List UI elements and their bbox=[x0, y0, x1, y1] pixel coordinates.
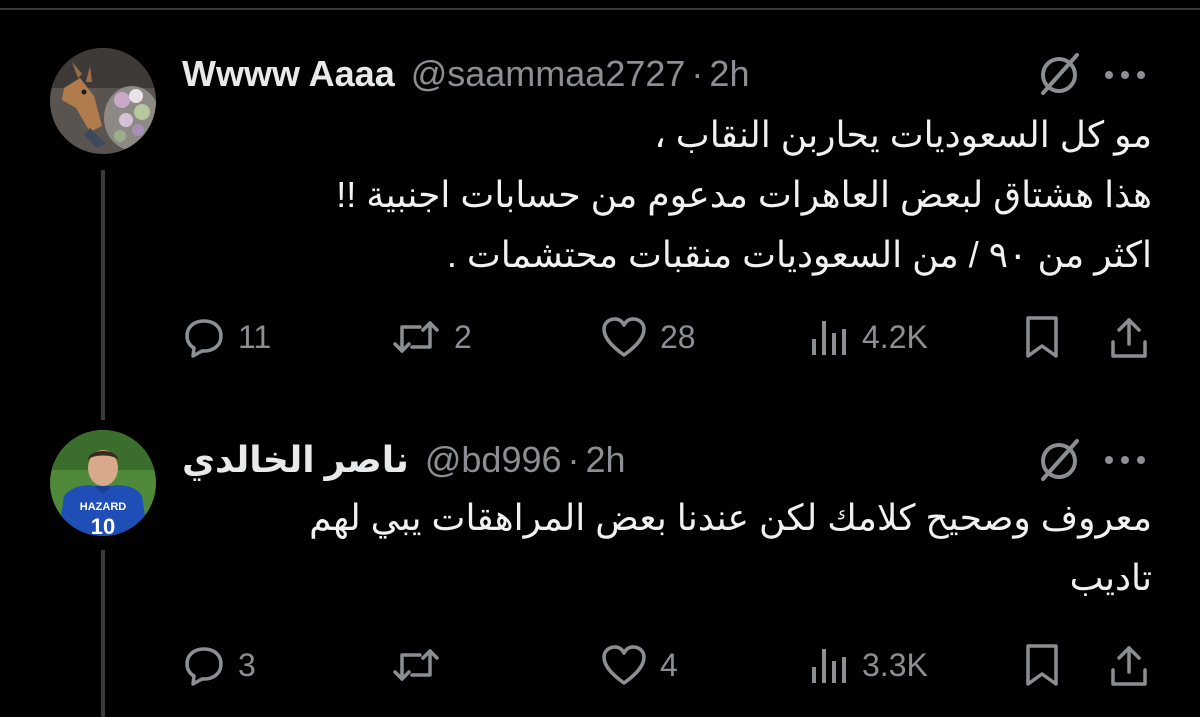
tweet-text: معروف وصحيح كلامك لكن عندنا بعض المراهقا… bbox=[309, 488, 1152, 608]
heart-icon bbox=[602, 645, 646, 685]
like-count: 28 bbox=[660, 318, 696, 355]
reply-icon bbox=[185, 647, 223, 686]
reply-count: 11 bbox=[238, 318, 272, 355]
avatar[interactable] bbox=[50, 48, 156, 154]
tweet-text-line: اكثر من ٩٠ / من السعوديات منقبات محتشمات… bbox=[446, 234, 1152, 275]
handle[interactable]: @saammaa2727 bbox=[411, 53, 686, 95]
grok-icon[interactable] bbox=[1033, 47, 1087, 101]
views-button[interactable]: 4.2K bbox=[810, 312, 928, 362]
bookmark-button[interactable] bbox=[1022, 312, 1062, 362]
action-bar: 3 4 3.3K bbox=[182, 640, 1152, 690]
separator-dot: · bbox=[691, 53, 704, 94]
tweet-header: ناصر الخالدي @bd996 · 2h bbox=[182, 435, 626, 485]
like-count: 4 bbox=[660, 646, 678, 683]
reply-button[interactable]: 11 bbox=[182, 312, 271, 362]
handle[interactable]: @bd996 bbox=[425, 439, 562, 481]
tweet-text: مو كل السعوديات يحاربن النقاب ، هذا هشتا… bbox=[336, 105, 1152, 285]
thread-line bbox=[101, 550, 105, 717]
retweet-icon bbox=[393, 649, 439, 681]
retweet-count: 2 bbox=[454, 318, 472, 355]
retweet-icon bbox=[393, 321, 439, 353]
reply-icon bbox=[185, 319, 223, 358]
views-button[interactable]: 3.3K bbox=[810, 640, 928, 690]
views-count: 3.3K bbox=[862, 646, 928, 683]
tweet-text-line: مو كل السعوديات يحاربن النقاب ، bbox=[654, 114, 1152, 155]
avatar[interactable]: HAZARD 10 bbox=[50, 430, 156, 536]
jersey-number: 10 bbox=[91, 514, 115, 536]
thread-line bbox=[101, 170, 105, 420]
action-bar: 11 2 28 4.2K bbox=[182, 312, 1152, 362]
share-button[interactable] bbox=[1107, 312, 1151, 362]
views-icon bbox=[812, 321, 846, 355]
reply-button[interactable]: 3 bbox=[182, 640, 256, 690]
tweet-text-line: تاديب bbox=[1069, 557, 1152, 598]
separator-dot: · bbox=[567, 439, 580, 480]
tweet-text-line: معروف وصحيح كلامك لكن عندنا بعض المراهقا… bbox=[309, 497, 1152, 538]
tweet[interactable]: HAZARD 10 ناصر الخالدي @bd996 · 2h معروف… bbox=[0, 415, 1200, 717]
grok-icon[interactable] bbox=[1033, 433, 1087, 487]
tweet[interactable]: Wwww Aaaa @saammaa2727 · 2h مو كل السعود… bbox=[0, 10, 1200, 420]
more-options-icon[interactable] bbox=[1100, 60, 1150, 90]
display-name[interactable]: Wwww Aaaa bbox=[182, 53, 395, 95]
views-icon bbox=[812, 649, 846, 683]
tweet-header: Wwww Aaaa @saammaa2727 · 2h bbox=[182, 49, 749, 99]
bookmark-icon bbox=[1026, 316, 1058, 358]
reply-count: 3 bbox=[238, 646, 256, 683]
jersey-text: HAZARD bbox=[80, 501, 126, 513]
like-button[interactable]: 4 bbox=[600, 640, 678, 690]
top-divider bbox=[0, 0, 1200, 10]
tweet-text-line: هذا هشتاق لبعض العاهرات مدعوم من حسابات … bbox=[336, 174, 1152, 215]
heart-icon bbox=[602, 317, 646, 357]
share-button[interactable] bbox=[1107, 640, 1151, 690]
timestamp[interactable]: 2h bbox=[709, 53, 749, 95]
like-button[interactable]: 28 bbox=[600, 312, 696, 362]
timestamp[interactable]: 2h bbox=[586, 439, 626, 481]
display-name[interactable]: ناصر الخالدي bbox=[182, 439, 409, 481]
retweet-button[interactable] bbox=[390, 640, 454, 690]
bookmark-button[interactable] bbox=[1022, 640, 1062, 690]
bookmark-icon bbox=[1026, 644, 1058, 686]
views-count: 4.2K bbox=[862, 318, 928, 355]
share-icon bbox=[1111, 318, 1147, 358]
share-icon bbox=[1111, 646, 1147, 686]
retweet-button[interactable]: 2 bbox=[390, 312, 472, 362]
more-options-icon[interactable] bbox=[1100, 445, 1150, 475]
